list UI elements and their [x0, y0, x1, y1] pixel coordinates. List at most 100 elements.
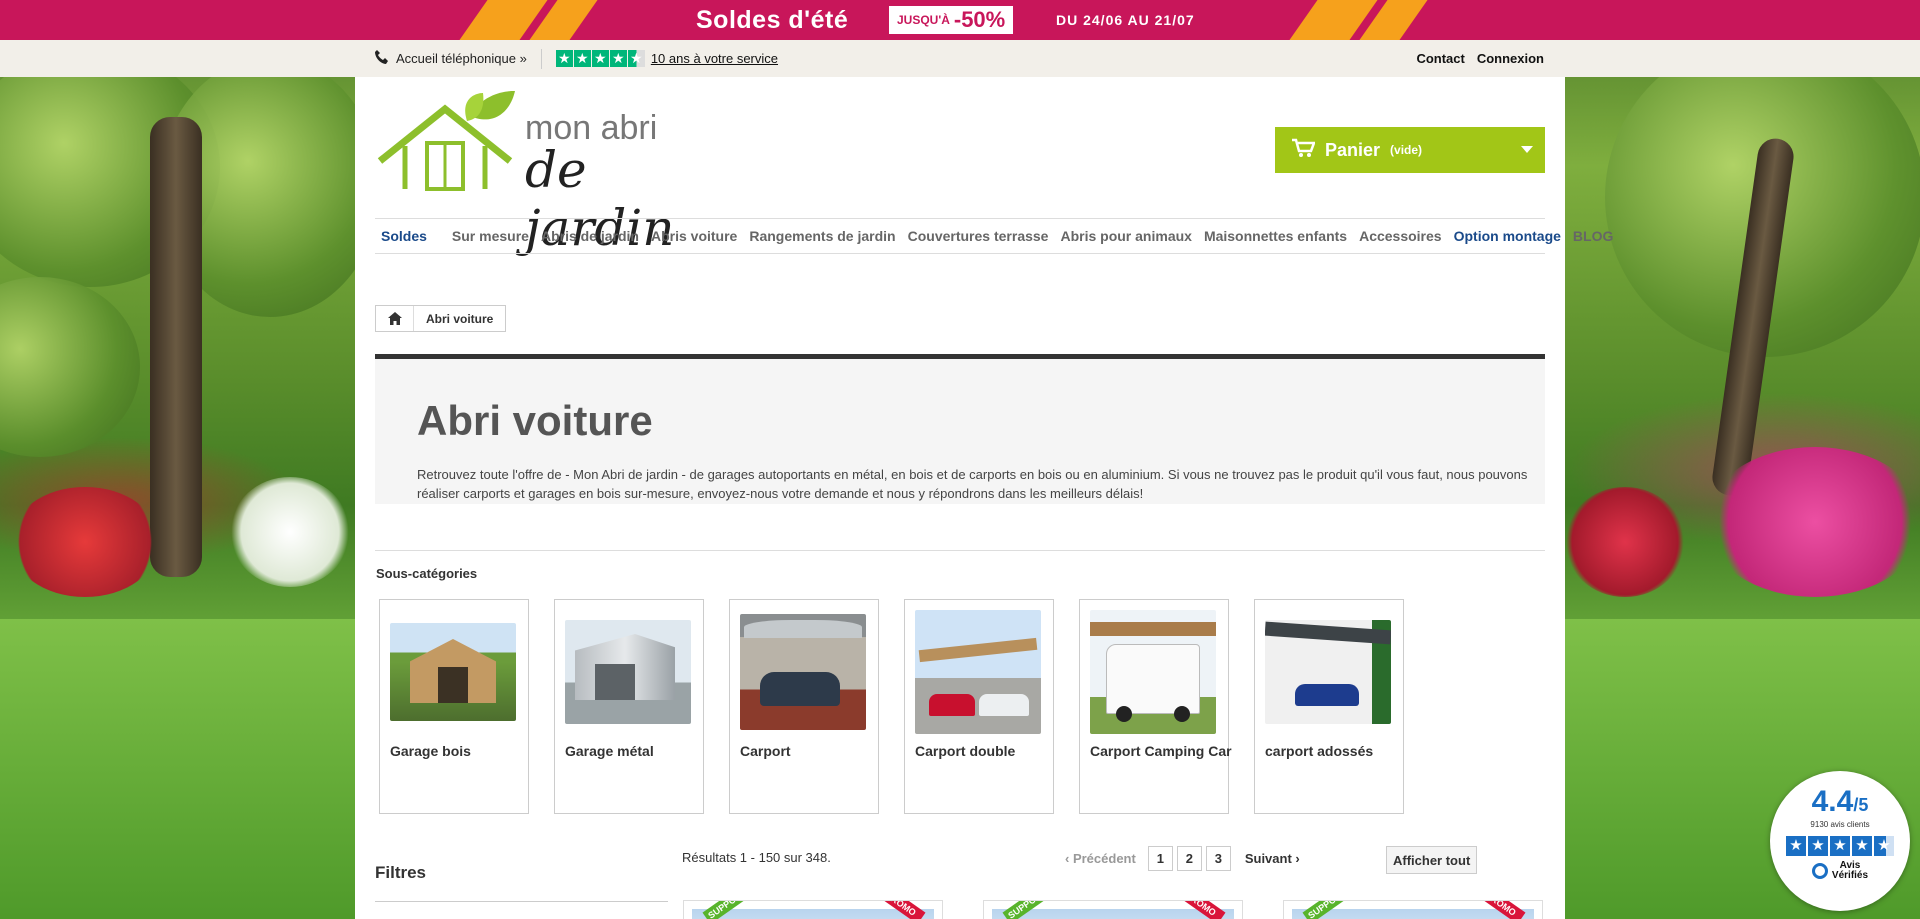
avis-verifies-icon [1811, 863, 1828, 879]
pagination-previous-label: Précédent [1072, 851, 1136, 866]
subcategory-label[interactable]: Carport [740, 743, 791, 759]
category-description: Retrouvez toute l'offre de - Mon Abri de… [417, 467, 1528, 501]
subcategory-card[interactable]: Garage métal [554, 599, 704, 814]
phone-link[interactable]: Accueil téléphonique » [374, 49, 527, 68]
garden-background-left [0, 77, 355, 919]
contact-link[interactable]: Contact [1416, 51, 1464, 66]
nav-item-sur-mesure[interactable]: Sur mesure [452, 228, 529, 244]
reviews-widget[interactable]: 4.4/5 9130 avis clients ★ ★ ★ ★ ★ Avis Vé… [1770, 771, 1910, 911]
star-icon: ★ [1808, 836, 1828, 856]
nav-item-abris-voiture[interactable]: Abris voiture [651, 228, 737, 244]
pagination-next[interactable]: Suivant › [1245, 851, 1300, 866]
review-score-max: /5 [1853, 795, 1869, 815]
cart-button[interactable]: Panier (vide) [1275, 127, 1545, 173]
nav-item-option-montage[interactable]: Option montage [1454, 228, 1561, 244]
subcategory-card[interactable]: Garage bois [379, 599, 529, 814]
subcategory-card[interactable]: Carport [729, 599, 879, 814]
brand-line2: Vérifiés [1831, 870, 1869, 881]
cart-icon [1291, 138, 1316, 163]
divider [540, 48, 542, 69]
subcategories-title: Sous-catégories [376, 566, 478, 581]
results-count: Résultats 1 - 150 sur 348. [682, 850, 831, 865]
product-grid: SUPPORT PROMO SUPPORT PROMO SUPPORT PROM… [683, 900, 1543, 919]
star-icon: ★ [1830, 836, 1850, 856]
show-all-button[interactable]: Afficher tout [1386, 846, 1478, 874]
review-score-value: 4.4 [1811, 785, 1854, 818]
subcategory-image[interactable] [1090, 610, 1216, 734]
subcategory-card[interactable]: Carport Camping Car [1079, 599, 1232, 814]
promo-dates: DU 24/06 AU 21/07 [1056, 12, 1195, 28]
star-icon: ★ [1852, 836, 1872, 856]
subcategory-image[interactable] [915, 610, 1041, 734]
subcategory-image[interactable] [565, 610, 691, 734]
chevron-left-icon: ‹ [1065, 851, 1073, 866]
cart-status: (vide) [1390, 143, 1423, 157]
divider [375, 550, 1545, 551]
breadcrumb: Abri voiture [375, 305, 507, 332]
subcategory-label[interactable]: carport adossés [1265, 743, 1373, 759]
chevron-right-icon: › [1291, 851, 1300, 866]
pagination-previous[interactable]: ‹ Précédent [1065, 851, 1136, 866]
review-stars: ★ ★ ★ ★ ★ [1770, 836, 1910, 856]
star-icon: ★ [609, 50, 627, 67]
home-icon[interactable] [376, 306, 414, 331]
page-link[interactable]: 3 [1205, 846, 1231, 871]
promo-discount: -50% [953, 7, 1006, 32]
promo-prefix: JUSQU'À [897, 13, 950, 27]
pagination-next-label: Suivant [1244, 851, 1292, 866]
star-half-icon: ★ [627, 50, 645, 67]
nav-item-soldes[interactable]: Soldes [381, 228, 427, 244]
nav-item-couvertures[interactable]: Couvertures terrasse [908, 228, 1049, 244]
house-logo-icon [377, 90, 515, 191]
review-score: 4.4/5 [1770, 785, 1910, 819]
divider [375, 901, 668, 902]
breadcrumb-current: Abri voiture [426, 311, 494, 326]
filters-title: Filtres [375, 863, 427, 882]
subcategory-list: Garage bois Garage métal Carport Carport… [379, 599, 1404, 814]
chevron-down-icon [1521, 146, 1533, 153]
nav-item-rangements[interactable]: Rangements de jardin [749, 228, 895, 244]
subcategory-card[interactable]: carport adossés [1254, 599, 1404, 814]
trustpilot-stars[interactable]: ★ ★ ★ ★ ★ [555, 50, 645, 67]
subcategory-image[interactable] [740, 610, 866, 734]
subcategory-label[interactable]: Garage métal [565, 743, 654, 759]
utility-bar: Accueil téléphonique » ★ ★ ★ ★ ★ 10 ans … [0, 40, 1920, 77]
subcategory-image[interactable] [1265, 610, 1391, 734]
subcategory-label[interactable]: Carport double [915, 743, 1015, 759]
nav-item-accessoires[interactable]: Accessoires [1359, 228, 1442, 244]
star-icon: ★ [1786, 836, 1806, 856]
star-partial-icon: ★ [1874, 836, 1894, 856]
category-header: Abri voiture Retrouvez toute l'offre de … [375, 354, 1545, 504]
login-link[interactable]: Connexion [1477, 51, 1544, 66]
page-link[interactable]: 1 [1147, 846, 1173, 871]
promo-banner[interactable]: Soldes d'été JUSQU'À -50% DU 24/06 AU 21… [0, 0, 1920, 40]
subcategory-label[interactable]: Carport Camping Car [1090, 743, 1232, 759]
star-icon: ★ [591, 50, 609, 67]
nav-item-abris-animaux[interactable]: Abris pour animaux [1060, 228, 1191, 244]
page-content: mon abri de jardin Panier (vide) Soldes … [355, 77, 1613, 919]
phone-label: Accueil téléphonique » [396, 51, 527, 66]
subcategory-card[interactable]: Carport double [904, 599, 1054, 814]
phone-icon [374, 49, 390, 68]
star-icon: ★ [555, 50, 573, 67]
promo-discount-box: JUSQU'À -50% [889, 6, 1014, 34]
nav-item-abris-de-jardin[interactable]: Abris de jardin [541, 228, 639, 244]
page-link[interactable]: 2 [1176, 846, 1202, 871]
avis-verifies-logo: Avis Vérifiés [1770, 861, 1910, 881]
cart-label: Panier [1325, 139, 1381, 160]
page-title: Abri voiture [417, 397, 653, 444]
nav-item-blog[interactable]: BLOG [1573, 228, 1613, 244]
subcategory-label[interactable]: Garage bois [390, 743, 471, 759]
product-card[interactable]: SUPPORT PROMO [1283, 900, 1543, 919]
subcategory-image[interactable] [390, 610, 516, 734]
main-navigation: Soldes Sur mesure Abris de jardin Abris … [375, 218, 1613, 254]
product-card[interactable]: SUPPORT PROMO [983, 900, 1243, 919]
pagination: ‹ Précédent 1 2 3 Suivant › [1065, 846, 1300, 871]
nav-item-maisonnettes[interactable]: Maisonnettes enfants [1204, 228, 1347, 244]
review-count: 9130 avis clients [1810, 820, 1870, 829]
star-icon: ★ [573, 50, 591, 67]
trust-link[interactable]: 10 ans à votre service [651, 51, 778, 66]
site-logo[interactable]: mon abri de jardin [375, 90, 745, 257]
promo-title: Soldes d'été [696, 6, 849, 34]
product-card[interactable]: SUPPORT PROMO [683, 900, 943, 919]
